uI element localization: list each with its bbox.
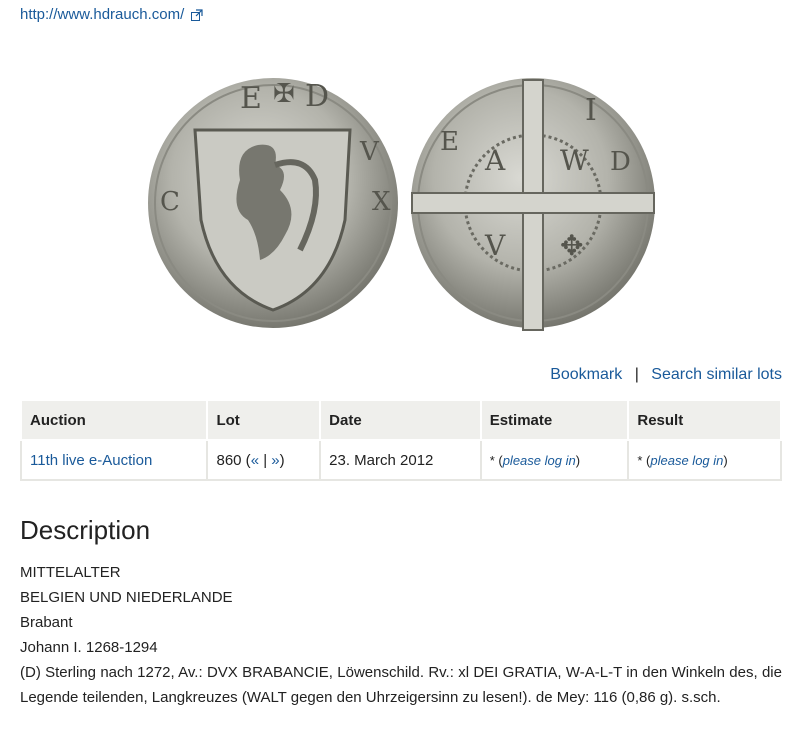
svg-text:E: E	[440, 127, 459, 157]
header-date: Date	[319, 399, 482, 441]
table-header-row: Auction Lot Date Estimate Result	[19, 399, 782, 441]
svg-text:A: A	[484, 144, 506, 177]
coin-image: E ✠ D V X C A W V ✥ I D E	[148, 78, 655, 331]
lot-actions: Bookmark | Search similar lots	[550, 366, 782, 384]
lot-nav-separator: |	[263, 451, 268, 469]
description-title: Description	[20, 515, 151, 545]
coin-reverse: A W V ✥ I D E	[411, 78, 655, 331]
estimate-star: *	[489, 452, 499, 468]
date-cell: 23. March 2012	[319, 439, 482, 481]
lot-number: 860	[216, 451, 242, 469]
svg-text:D: D	[610, 147, 631, 177]
svg-text:W: W	[560, 144, 589, 177]
header-estimate: Estimate	[479, 399, 630, 441]
svg-text:V: V	[359, 137, 380, 167]
lot-cell: 860 (« | »)	[206, 439, 322, 481]
svg-text:X: X	[372, 187, 391, 217]
next-lot-link[interactable]: »	[271, 452, 279, 469]
external-link-icon[interactable]	[191, 8, 203, 21]
description-line: Brabant	[20, 614, 73, 631]
result-login-link[interactable]: please log in	[650, 453, 723, 468]
header-auction: Auction	[19, 399, 209, 441]
description-line: Johann I. 1268-1294	[20, 639, 158, 656]
actions-separator: |	[634, 366, 639, 383]
auction-cell: 11th live e-Auction	[19, 439, 209, 481]
svg-text:V: V	[484, 229, 506, 262]
coin-obverse: E ✠ D V X C	[148, 78, 398, 328]
svg-text:C: C	[160, 187, 180, 217]
header-lot: Lot	[206, 399, 322, 441]
source-url-link[interactable]: http://www.hdrauch.com/	[20, 6, 184, 23]
svg-text:✠: ✠	[273, 79, 295, 109]
result-cell: * (please log in)	[627, 439, 782, 481]
bookmark-link[interactable]: Bookmark	[550, 366, 622, 383]
svg-text:I: I	[585, 93, 597, 128]
estimate-cell: * (please log in)	[479, 439, 630, 481]
result-star: *	[637, 452, 647, 468]
estimate-login-link[interactable]: please log in	[503, 453, 576, 468]
search-similar-lots-link[interactable]: Search similar lots	[651, 366, 782, 383]
description-line: MITTELALTER	[20, 564, 121, 581]
description-line: BELGIEN UND NIEDERLANDE	[20, 589, 233, 606]
auction-link[interactable]: 11th live e-Auction	[30, 452, 152, 469]
source-link-row: http://www.hdrauch.com/	[20, 6, 203, 23]
svg-text:E: E	[240, 81, 262, 116]
svg-text:✥: ✥	[560, 229, 583, 262]
description-body: MITTELALTER BELGIEN UND NIEDERLANDE Brab…	[20, 560, 782, 710]
svg-text:D: D	[305, 79, 329, 114]
header-result: Result	[627, 399, 782, 441]
table-row: 11th live e-Auction 860 (« | ») 23. Marc…	[19, 439, 782, 481]
previous-lot-link[interactable]: «	[251, 452, 259, 469]
auction-table: Auction Lot Date Estimate Result 11th li…	[19, 399, 782, 481]
description-details: (D) Sterling nach 1272, Av.: DVX BRABANC…	[20, 664, 782, 706]
